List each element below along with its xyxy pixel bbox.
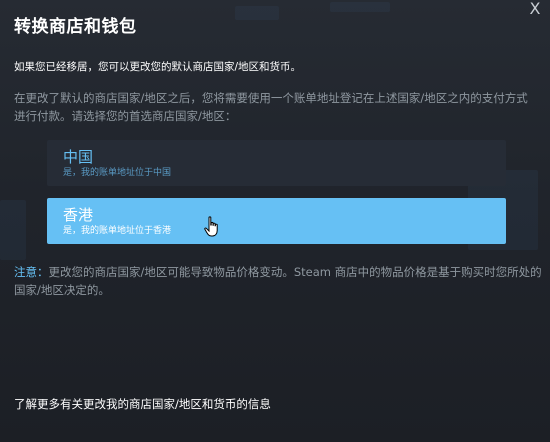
option-name: 香港	[63, 206, 94, 224]
dialog-title: 转换商店和钱包	[14, 17, 137, 37]
change-store-dialog: 转换商店和钱包 X 如果您已经移居，您可以更改您的默认商店国家/地区和货币。 在…	[0, 0, 550, 442]
country-option-hongkong[interactable]: 香港 是，我的账单地址位于香港	[47, 198, 506, 244]
country-option-china[interactable]: 中国 是，我的账单地址位于中国	[47, 140, 506, 186]
hand-pointer-icon	[204, 216, 218, 237]
note-label: 注意：	[14, 265, 49, 279]
option-name: 中国	[63, 148, 94, 166]
note-text: 更改您的商店国家/地区可能导致物品价格变动。Steam 商店中的物品价格是基于购…	[14, 265, 542, 297]
learn-more-link[interactable]: 了解更多有关更改我的商店国家/地区和货币的信息	[14, 396, 271, 412]
close-button[interactable]: X	[526, 0, 544, 18]
background-decoration	[235, 6, 279, 20]
option-subtitle: 是，我的账单地址位于中国	[63, 168, 172, 178]
description-text: 在更改了默认的商店国家/地区之后，您将需要使用一个账单地址登记在上述国家/地区之…	[14, 91, 528, 123]
option-subtitle: 是，我的账单地址位于香港	[63, 226, 172, 236]
background-decoration	[0, 200, 26, 260]
close-icon: X	[529, 0, 541, 18]
background-decoration	[330, 2, 390, 12]
intro-text: 如果您已经移居，您可以更改您的默认商店国家/地区和货币。	[14, 61, 302, 73]
price-change-note: 注意：更改您的商店国家/地区可能导致物品价格变动。Steam 商店中的物品价格是…	[14, 263, 542, 299]
